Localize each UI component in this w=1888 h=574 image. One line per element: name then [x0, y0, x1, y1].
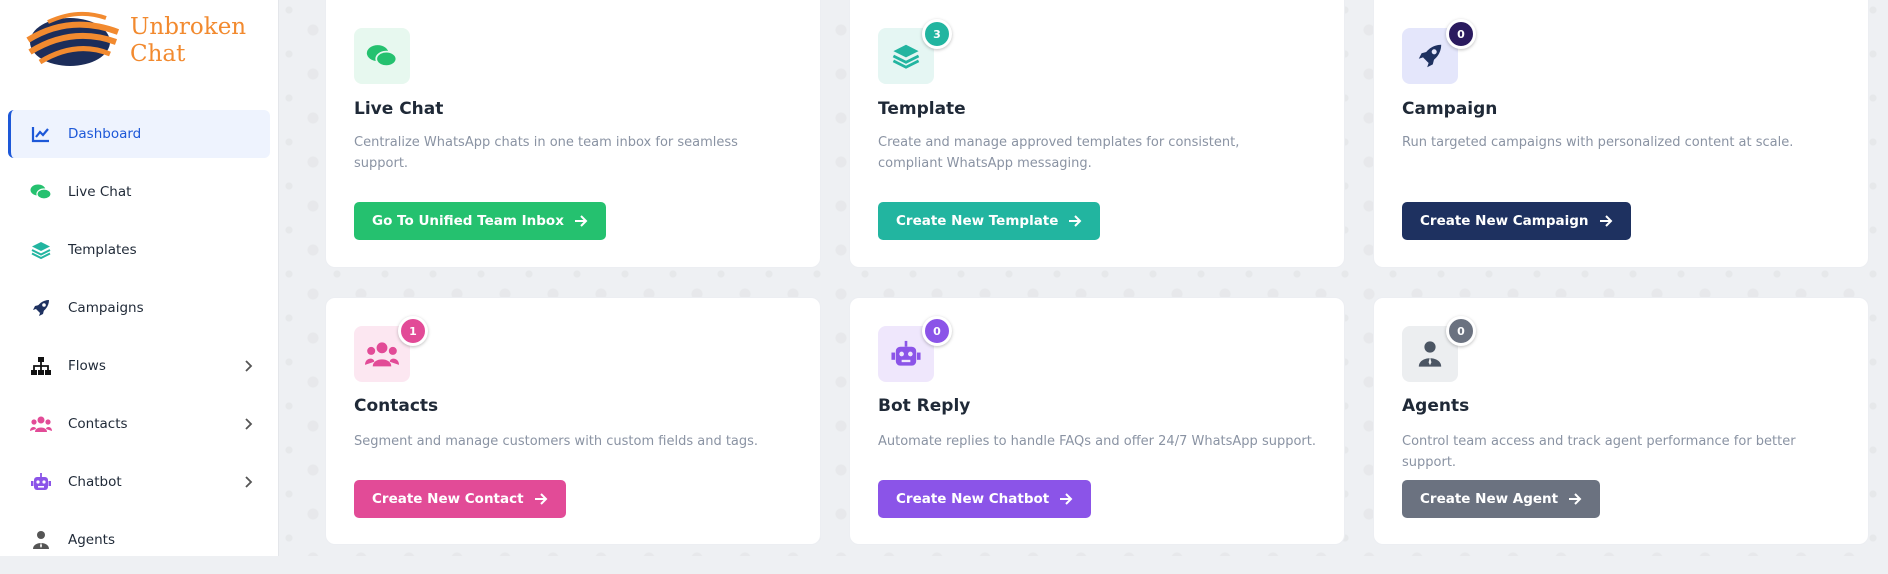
sidebar-item-campaigns[interactable]: Campaigns — [8, 284, 270, 332]
card-title: Contacts — [354, 396, 439, 416]
card-description: Run targeted campaigns with personalized… — [1402, 135, 1794, 150]
contacts-count-badge: 1 — [398, 316, 428, 346]
sidebar-item-label: Templates — [68, 242, 137, 258]
bot-reply-count-badge: 0 — [922, 316, 952, 346]
button-label: Create New Template — [896, 213, 1059, 229]
users-icon — [365, 342, 399, 367]
comments-icon — [30, 181, 52, 203]
sidebar-item-agents[interactable]: Agents — [8, 516, 270, 564]
sidebar-nav: Dashboard Live Chat Templates Campaigns … — [8, 110, 270, 574]
live-chat-card: Live Chat Centralize WhatsApp chats in o… — [325, 0, 821, 268]
arrow-right-icon — [1069, 215, 1082, 227]
create-new-chatbot-button[interactable]: Create New Chatbot — [878, 480, 1092, 518]
brand-line-1: Unbroken — [130, 14, 247, 40]
create-new-campaign-button[interactable]: Create New Campaign — [1402, 202, 1631, 240]
sidebar-item-label: Dashboard — [68, 126, 142, 142]
sidebar-item-flows[interactable]: Flows — [8, 342, 270, 390]
comments-icon — [366, 45, 398, 67]
sitemap-icon — [30, 355, 52, 377]
sidebar-item-chatbot[interactable]: Chatbot — [8, 458, 270, 506]
button-label: Create New Campaign — [1420, 213, 1589, 229]
sidebar: Unbroken Chat Dashboard Live Chat Templa… — [0, 0, 279, 556]
sidebar-item-label: Flows — [68, 358, 106, 374]
contacts-card: 1 Contacts Segment and manage customers … — [325, 297, 821, 545]
arrow-right-icon — [1060, 493, 1073, 505]
arrow-right-icon — [534, 493, 548, 505]
arrow-right-icon — [1569, 493, 1582, 505]
card-title: Template — [878, 99, 966, 119]
template-card: 3 Template Create and manage approved te… — [849, 0, 1345, 268]
agents-card: 0 Agents Control team access and track a… — [1373, 297, 1869, 545]
agent-icon — [1418, 341, 1442, 367]
card-description: Automate replies to handle FAQs and offe… — [878, 434, 1316, 449]
globe-logo-icon — [26, 11, 120, 66]
sidebar-item-label: Campaigns — [68, 300, 144, 316]
sidebar-item-dashboard[interactable]: Dashboard — [8, 110, 270, 158]
sidebar-item-contacts[interactable]: Contacts — [8, 400, 270, 448]
card-title: Live Chat — [354, 99, 444, 119]
brand-line-2: Chat — [130, 41, 186, 67]
card-title: Bot Reply — [878, 396, 971, 416]
arrow-right-icon — [574, 215, 588, 227]
layers-icon — [30, 239, 52, 261]
card-description: Create and manage approved templates for… — [878, 135, 1240, 171]
chevron-right-icon — [245, 360, 253, 372]
create-new-template-button[interactable]: Create New Template — [878, 202, 1101, 240]
button-label: Create New Contact — [372, 491, 524, 507]
dashboard-main: Live Chat Centralize WhatsApp chats in o… — [279, 0, 1888, 556]
layers-icon — [892, 44, 920, 69]
card-description: Centralize WhatsApp chats in one team in… — [354, 135, 738, 171]
brand-name: Unbroken Chat — [130, 14, 246, 68]
chevron-right-icon — [245, 476, 253, 488]
agents-count-badge: 0 — [1446, 316, 1476, 346]
arrow-right-icon — [1599, 215, 1612, 227]
chevron-right-icon — [245, 418, 253, 430]
create-new-agent-button[interactable]: Create New Agent — [1402, 480, 1601, 518]
template-count-badge: 3 — [922, 19, 952, 49]
chart-line-icon — [30, 123, 52, 145]
sidebar-item-label: Chatbot — [68, 474, 122, 490]
button-label: Go To Unified Team Inbox — [372, 213, 564, 229]
go-to-team-inbox-button[interactable]: Go To Unified Team Inbox — [354, 202, 606, 240]
sidebar-item-label: Live Chat — [68, 184, 132, 200]
sidebar-item-templates[interactable]: Templates — [8, 226, 270, 274]
card-title: Campaign — [1402, 99, 1498, 119]
create-new-contact-button[interactable]: Create New Contact — [354, 480, 566, 518]
bot-reply-card: 0 Bot Reply Automate replies to handle F… — [849, 297, 1345, 545]
card-description: Segment and manage customers with custom… — [354, 434, 759, 449]
card-description: Control team access and track agent perf… — [1402, 434, 1796, 470]
robot-icon — [30, 471, 52, 493]
rocket-icon — [1418, 44, 1442, 68]
button-label: Create New Chatbot — [896, 491, 1050, 507]
sidebar-item-label: Contacts — [68, 416, 128, 432]
card-title: Agents — [1402, 396, 1470, 416]
brand-logo[interactable]: Unbroken Chat — [26, 10, 266, 76]
live-chat-icon-box — [354, 28, 410, 84]
agent-icon — [30, 529, 52, 551]
sidebar-item-label: Agents — [68, 532, 115, 548]
campaign-count-badge: 0 — [1446, 19, 1476, 49]
users-icon — [30, 413, 52, 435]
sidebar-item-live-chat[interactable]: Live Chat — [8, 168, 270, 216]
campaign-card: 0 Campaign Run targeted campaigns with p… — [1373, 0, 1869, 268]
button-label: Create New Agent — [1420, 491, 1559, 507]
rocket-icon — [30, 297, 52, 319]
robot-icon — [891, 340, 921, 366]
